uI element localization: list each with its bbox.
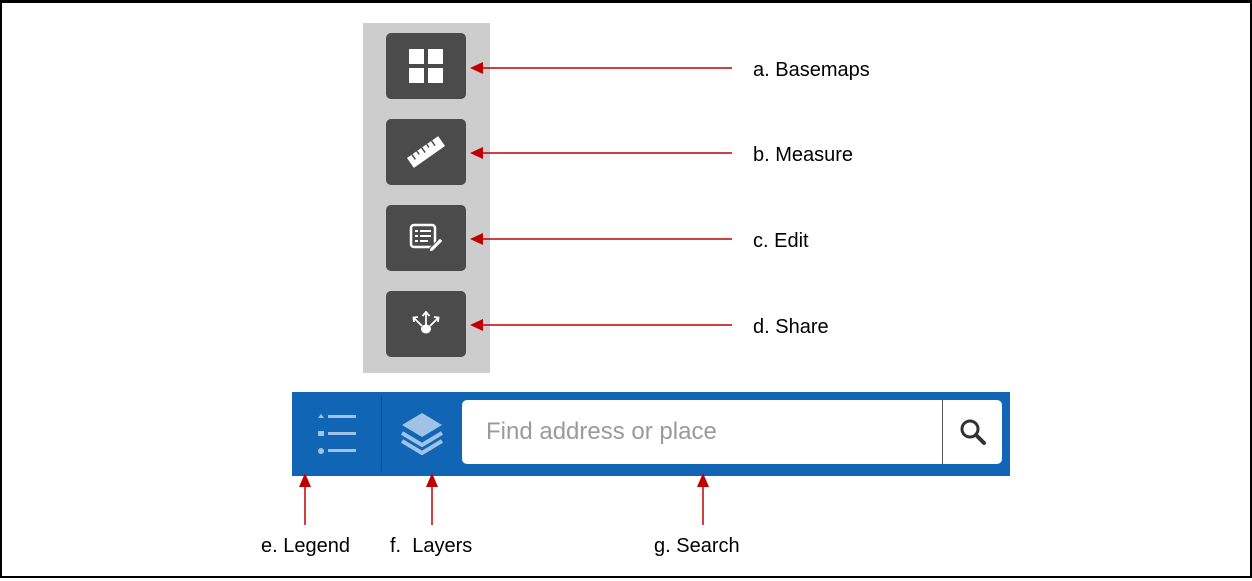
callout-basemaps: a. Basemaps	[753, 59, 870, 81]
callout-edit: c. Edit	[753, 230, 809, 252]
annotation-arrows	[299, 62, 732, 525]
callout-measure: b. Measure	[753, 144, 854, 166]
callout-share: d. Share	[753, 316, 829, 338]
figure-frame: a. Basemaps b. Measure c. Edit d. Share …	[0, 0, 1252, 578]
callout-legend: e. Legend	[261, 535, 350, 557]
callout-search: g. Search	[654, 535, 740, 557]
callout-layers: f. Layers	[390, 535, 473, 557]
